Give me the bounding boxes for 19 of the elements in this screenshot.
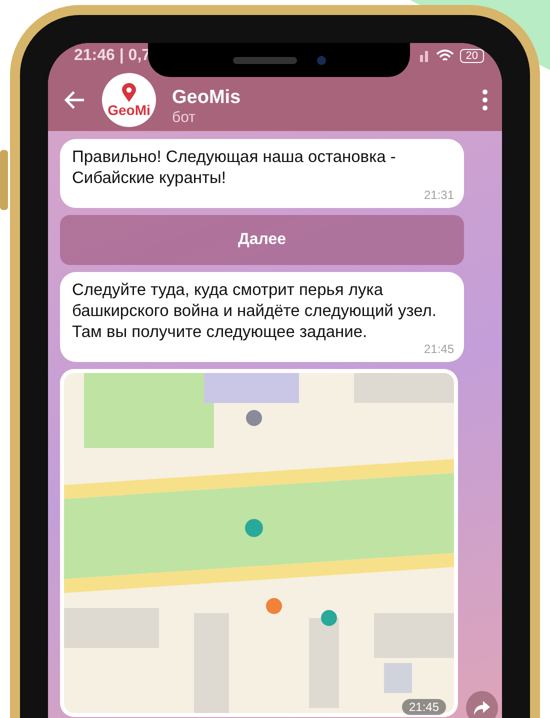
share-arrow-icon <box>473 700 491 716</box>
wifi-icon <box>436 49 454 63</box>
share-button[interactable] <box>466 691 498 718</box>
more-options-icon[interactable] <box>482 89 488 111</box>
inline-button[interactable]: Далее <box>60 215 464 265</box>
bot-avatar[interactable]: GeoMi <box>102 73 156 127</box>
chat-title: GeoMis <box>172 86 242 108</box>
battery-indicator: 20 <box>460 49 484 63</box>
map-image-bubble[interactable]: 21:45 <box>60 369 458 717</box>
signal-icon <box>418 50 430 62</box>
message-text: Правильно! Следующая наша остановка - Сибайские куранты! <box>72 147 397 189</box>
back-arrow-icon[interactable] <box>64 90 86 110</box>
message-text: Следуйте туда, куда смотрит перья лука башкирского война и найдёте следующий узел. Там вы получите следующее задание. <box>72 280 438 343</box>
location-pin-icon <box>121 82 137 102</box>
message-time: 21:45 <box>424 343 454 356</box>
chat-subtitle: бот <box>172 108 196 126</box>
image-time: 21:45 <box>402 699 446 715</box>
message-time: 21:31 <box>424 189 454 202</box>
avatar-logo-text: GeoMi <box>108 102 150 118</box>
